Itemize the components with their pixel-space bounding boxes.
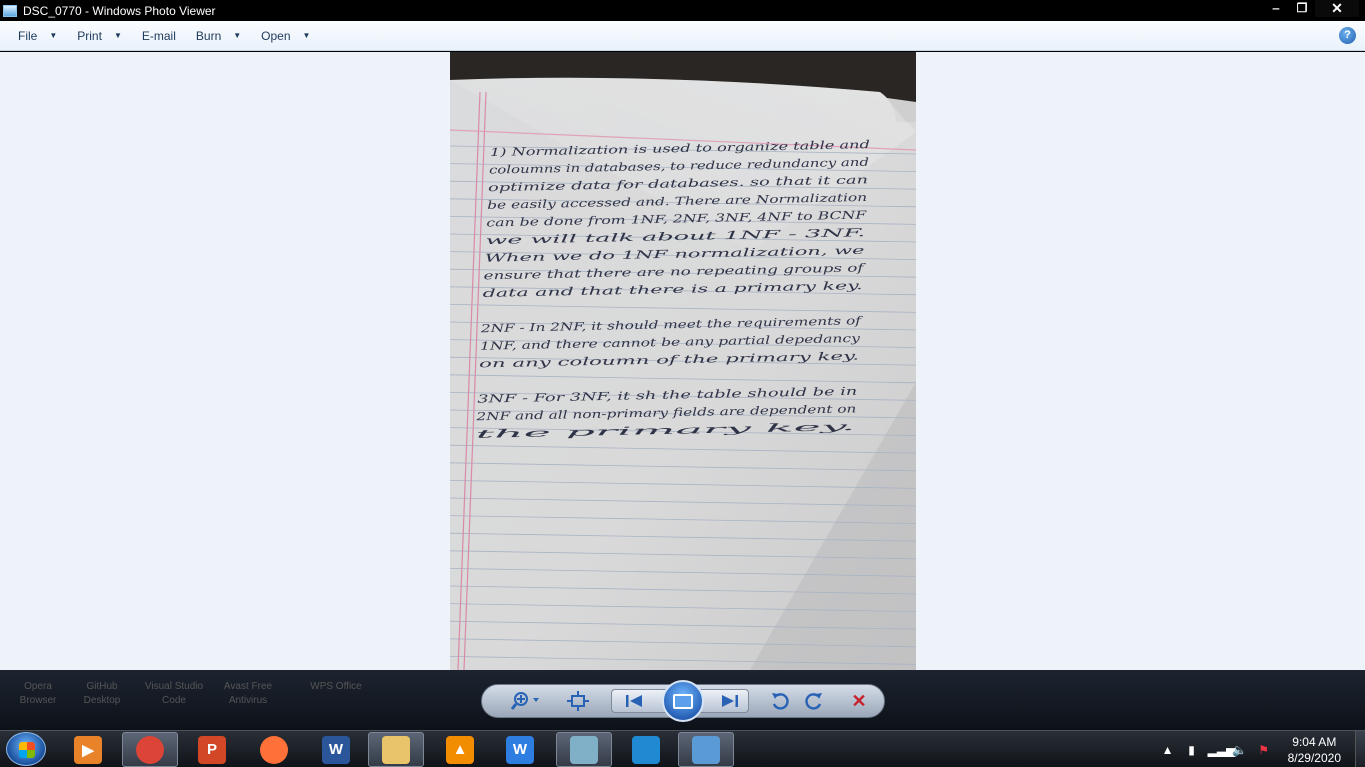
slideshow-button[interactable]: [662, 680, 704, 722]
menu-email[interactable]: E-mail: [132, 21, 186, 51]
menu-print-label: Print: [77, 28, 102, 43]
taskbar-app-photo-viewer[interactable]: [678, 732, 734, 767]
actual-size-icon: [567, 691, 589, 711]
rotate-clockwise-button[interactable]: [802, 690, 826, 712]
next-button[interactable]: [718, 690, 742, 712]
show-hidden-icons-arrow-icon[interactable]: ▲: [1160, 742, 1176, 758]
taskbar-clock[interactable]: 9:04 AM 8/29/2020: [1288, 734, 1341, 766]
taskbar-app-vscode[interactable]: [618, 732, 674, 767]
power-plug-icon[interactable]: ▮: [1184, 742, 1200, 758]
taskbar-app-chrome[interactable]: [122, 732, 178, 767]
desktop-shortcut-label: GitHub Desktop: [83, 681, 121, 706]
photo-viewer-app-icon: [3, 4, 17, 17]
menu-burn[interactable]: Burn ▼: [186, 21, 251, 51]
clock-time: 9:04 AM: [1292, 734, 1337, 749]
clock-date: 8/29/2020: [1287, 750, 1341, 765]
menu-file-label: File: [18, 28, 38, 43]
start-button[interactable]: [6, 732, 46, 766]
taskbar-app-windows-media-player[interactable]: ▶: [60, 732, 116, 767]
rotate-counterclockwise-button[interactable]: [768, 690, 792, 712]
rotate-right-icon: [805, 693, 822, 710]
taskbar-app-firefox[interactable]: [246, 732, 302, 767]
firefox-icon: [260, 735, 288, 764]
menu-bar: File ▼ Print ▼ E-mail Burn ▼ Open ▼ ?: [0, 21, 1365, 51]
help-icon[interactable]: ?: [1339, 27, 1356, 44]
delete-x-icon: ✕: [851, 690, 867, 711]
menu-open-label: Open: [261, 28, 291, 43]
title-bar: DSC_0770 - Windows Photo Viewer ‒ ❐ ✕: [0, 0, 1365, 21]
next-icon: [722, 695, 738, 707]
notes-icon: [570, 735, 598, 764]
slideshow-icon: [673, 693, 693, 709]
word-icon: W: [322, 735, 350, 764]
magnifier-icon: [511, 692, 539, 710]
network-signal-icon[interactable]: ▂▃▅: [1208, 742, 1236, 758]
menu-print[interactable]: Print ▼: [67, 21, 132, 51]
menu-burn-label: Burn: [195, 28, 222, 43]
window-controls: ‒ ❐ ✕: [1263, 0, 1359, 17]
handwritten-text: 1) Normalization is used to organize tab…: [475, 138, 870, 441]
rotate-left-icon: [772, 693, 789, 710]
desktop-shortcut-label: WPS Office: [310, 681, 362, 692]
menu-file[interactable]: File ▼: [0, 21, 67, 51]
wps-office-icon: W: [506, 735, 534, 764]
powerpoint-icon: P: [198, 735, 226, 764]
taskbar-app-word[interactable]: W: [308, 732, 364, 767]
window-title: DSC_0770 - Windows Photo Viewer: [23, 3, 216, 18]
file-explorer-icon: [382, 735, 410, 764]
windows-media-player-icon: ▶: [74, 735, 102, 764]
vlc-icon: ▲: [446, 735, 474, 764]
previous-icon: [626, 695, 642, 707]
taskbar-app-powerpoint[interactable]: P: [184, 732, 240, 767]
taskbar-app-wps-office[interactable]: W: [492, 732, 548, 767]
menu-email-label: E-mail: [141, 28, 176, 43]
delete-button[interactable]: ✕: [846, 690, 872, 712]
vscode-icon: [632, 735, 660, 764]
show-desktop-button[interactable]: [1355, 731, 1365, 767]
chevron-down-icon: ▼: [302, 31, 311, 40]
chevron-down-icon: ▼: [113, 31, 122, 40]
restore-button[interactable]: ❐: [1289, 0, 1315, 17]
desktop-shortcut-label: Visual Studio Code: [144, 681, 204, 706]
windows-taskbar: ▶ P W ▲ W ▲ ▮ ▂▃▅ 🔈 ⚑ 9:04 AM 8/29/2020: [0, 730, 1365, 767]
chevron-down-icon: ▼: [233, 31, 242, 40]
action-center-flag-icon[interactable]: ⚑: [1256, 742, 1272, 758]
windows-logo-icon: [19, 742, 35, 758]
taskbar-app-vlc[interactable]: ▲: [432, 732, 488, 767]
image-viewer-area: 1) Normalization is used to organize tab…: [0, 52, 1365, 670]
close-button[interactable]: ✕: [1315, 0, 1359, 17]
notebook-photo-svg: 1) Normalization is used to organize tab…: [450, 52, 916, 670]
desktop-shortcut-label: Avast Free Antivirus: [223, 681, 273, 706]
desktop-shortcut-label: Opera Browser: [19, 681, 57, 706]
chrome-icon: [136, 735, 164, 764]
previous-button[interactable]: [622, 690, 646, 712]
chevron-down-icon: ▼: [49, 31, 58, 40]
minimize-button[interactable]: ‒: [1263, 0, 1289, 17]
volume-icon[interactable]: 🔈: [1232, 742, 1248, 758]
photo-viewer-icon: [692, 735, 720, 764]
actual-size-button[interactable]: [566, 690, 590, 712]
zoom-button[interactable]: [508, 690, 544, 712]
viewer-control-strip: Opera Browser GitHub Desktop Visual Stud…: [0, 670, 1365, 730]
taskbar-app-file-explorer[interactable]: [368, 732, 424, 767]
photo-of-notebook-page[interactable]: 1) Normalization is used to organize tab…: [450, 52, 916, 670]
system-tray: ▲ ▮ ▂▃▅ 🔈 ⚑ 9:04 AM 8/29/2020: [1160, 731, 1365, 767]
taskbar-app-notes[interactable]: [556, 732, 612, 767]
menu-open[interactable]: Open ▼: [251, 21, 320, 51]
